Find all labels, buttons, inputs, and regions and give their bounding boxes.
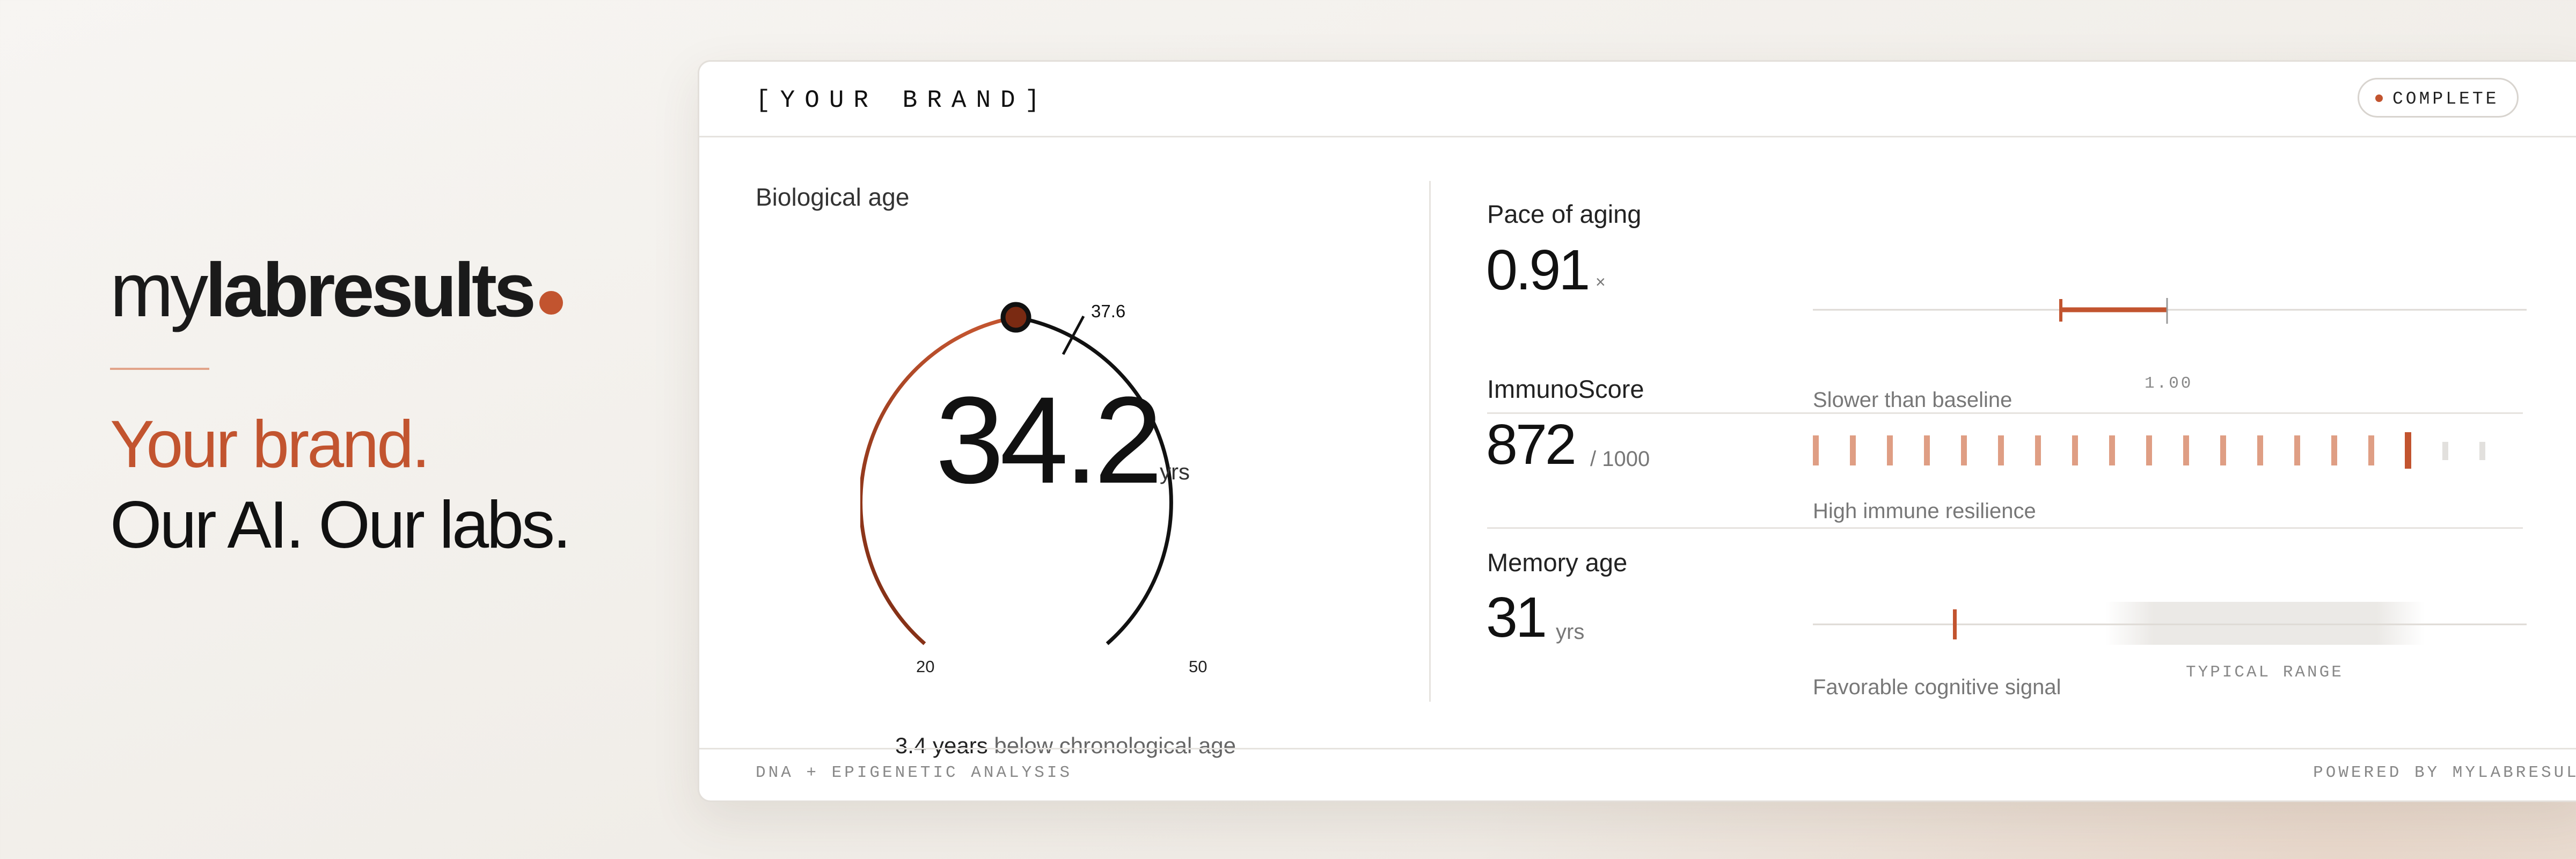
immunoscore-bar-16 (2368, 435, 2374, 465)
hero-section: mylabresults Your brand. Our AI. Our lab… (110, 252, 647, 562)
biological-age-unit: yrs (1160, 459, 1190, 484)
immunoscore-bar-7 (2035, 435, 2041, 465)
memory-age-caption: Favorable cognitive signal (1813, 675, 2061, 699)
immunoscore-bar-10 (2146, 435, 2152, 465)
pace-baseline-label: 1.00 (2145, 374, 2193, 393)
report-card: [YOUR BRAND] COMPLETE Biological age 37.… (698, 60, 2576, 802)
immunoscore-bars (1813, 432, 2485, 469)
immunoscore-bar-8 (2072, 435, 2078, 465)
immunoscore-bar-9 (2109, 435, 2115, 465)
pace-of-aging-title: Pace of aging (1487, 200, 1642, 228)
status-label: COMPLETE (2392, 89, 2499, 109)
immunoscore-current-bar (2405, 432, 2411, 469)
pace-of-aging-caption: Slower than baseline (1813, 388, 2012, 412)
hero-divider (110, 368, 209, 370)
pace-of-aging-unit: × (1596, 272, 1606, 292)
caption-text: below chronological age (987, 733, 1236, 758)
immunoscore-bar-15 (2331, 435, 2337, 465)
memory-age-marker (1953, 609, 1957, 639)
caption-emphasis: 3.4 years (895, 733, 988, 758)
panel-divider (1429, 181, 1431, 702)
biological-age-caption: 3.4 years below chronological age (699, 733, 1432, 759)
immunoscore-bar-14 (2294, 435, 2300, 465)
gauge-marker (1000, 302, 1031, 333)
immunoscore-unit: / 1000 (1590, 447, 1650, 471)
immunoscore-bar-13 (2257, 435, 2263, 465)
memory-age-value: 31 (1486, 586, 1547, 649)
immunoscore-bar-6 (1998, 435, 2004, 465)
status-dot-icon (2375, 94, 2383, 102)
logo-text-light: my (110, 247, 208, 333)
scale-min-label: 20 (916, 657, 934, 676)
memory-age-bar (1813, 602, 2527, 645)
footer-divider (699, 748, 2576, 749)
pace-of-aging-value: 0.91 (1486, 238, 1590, 302)
immunoscore-caption: High immune resilience (1813, 499, 2036, 523)
powered-by-text: POWERED BY MYLABRESULTS (2313, 763, 2576, 782)
footer-powered-by: POWERED BY MYLABRESULTS (699, 763, 2576, 782)
immunoscore-bar-1 (1813, 435, 1819, 465)
memory-age-title: Memory age (1487, 548, 1628, 577)
metric-divider (1487, 412, 2523, 414)
biological-age-value: 34.2 (935, 371, 1163, 509)
biological-age-title: Biological age (756, 183, 910, 211)
immunoscore-bar-4 (1924, 435, 1930, 465)
card-header: [YOUR BRAND] COMPLETE (699, 62, 2576, 137)
immunoscore-bar-5 (1961, 435, 1967, 465)
immunoscore-bar-11 (2183, 435, 2189, 465)
pace-of-aging-bar (1813, 298, 2527, 324)
tagline-primary: Your brand. (110, 407, 430, 482)
immunoscore-value: 872 (1486, 413, 1577, 476)
reference-label: 37.6 (1091, 301, 1125, 321)
metric-divider (1487, 527, 2523, 529)
immunoscore-bar-12 (2220, 435, 2226, 465)
mylabresults-logo: mylabresults (110, 252, 647, 333)
logo-dot-icon (539, 291, 563, 315)
brand-label: [YOUR BRAND] (756, 86, 1050, 114)
scale-max-label: 50 (1189, 657, 1207, 676)
memory-age-unit: yrs (1556, 620, 1585, 644)
logo-text-bold: labresults (205, 247, 536, 333)
tagline-secondary: Our AI. Our labs. (110, 488, 571, 562)
immunoscore-bar-3 (1887, 435, 1893, 465)
immunoscore-bar-2 (1850, 435, 1856, 465)
immunoscore-bar-empty-1 (2442, 442, 2448, 460)
immunoscore-title: ImmunoScore (1487, 375, 1644, 403)
status-badge: COMPLETE (2358, 78, 2519, 118)
typical-range-label: TYPICAL RANGE (2186, 663, 2344, 682)
immunoscore-bar-empty-2 (2479, 442, 2485, 460)
typical-range-band (2105, 602, 2425, 645)
